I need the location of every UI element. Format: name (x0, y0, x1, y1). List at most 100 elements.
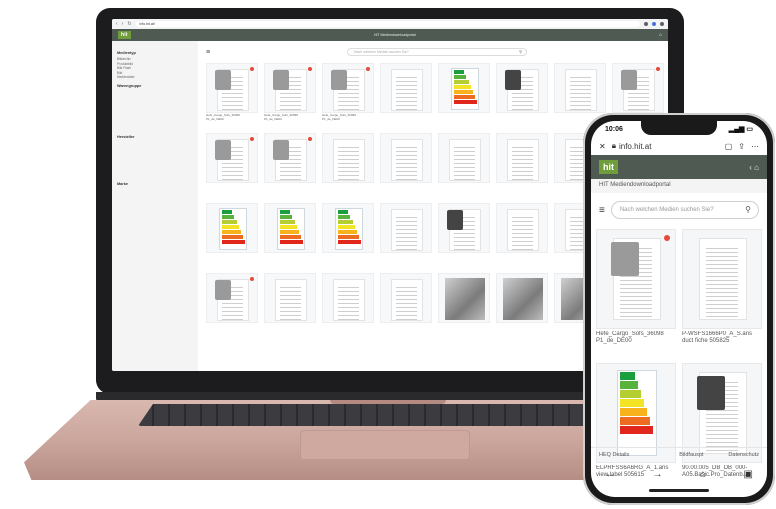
search-input[interactable]: Nach welchen Medien suchen Sie? ⚲ (347, 48, 528, 56)
more-icon[interactable]: ⋯ (751, 142, 759, 151)
media-thumbnail[interactable] (322, 133, 374, 183)
laptop-lip (330, 400, 446, 404)
bookmark-icon[interactable]: ▢ (725, 142, 733, 151)
media-thumbnail[interactable] (380, 273, 432, 323)
sidebar-filter-item[interactable] (117, 127, 193, 132)
media-thumbnail[interactable] (322, 63, 374, 113)
media-thumbnail[interactable] (264, 203, 316, 253)
media-thumbnail[interactable] (596, 229, 676, 329)
media-thumbnail[interactable] (682, 229, 762, 329)
media-card[interactable] (264, 203, 316, 263)
new-badge (366, 67, 370, 71)
search-icon[interactable]: ⚲ (519, 49, 522, 55)
forward-icon[interactable]: → (653, 469, 663, 480)
media-card[interactable] (496, 203, 548, 263)
media-card[interactable]: Hefe_Cargo_Sofs_36098 P1_de_DE00 (322, 63, 374, 123)
profile-icon[interactable] (652, 22, 656, 26)
media-thumbnail[interactable] (206, 273, 258, 323)
media-card[interactable] (380, 203, 432, 263)
media-card[interactable] (554, 63, 606, 123)
product-image (215, 280, 231, 300)
media-thumbnail[interactable] (264, 133, 316, 183)
media-thumbnail[interactable] (438, 273, 490, 323)
media-thumbnail[interactable] (438, 203, 490, 253)
media-card[interactable] (496, 273, 548, 333)
search-icon[interactable]: ⚲ (745, 202, 751, 218)
media-card[interactable]: P-WSFS1666P0_A_S.ans duct fiche 505825 (682, 229, 762, 353)
media-thumbnail[interactable] (206, 133, 258, 183)
cart-icon[interactable]: ⌂ (659, 32, 662, 38)
close-icon[interactable]: ✕ (599, 142, 606, 151)
media-card[interactable] (322, 133, 374, 193)
media-thumbnail[interactable] (380, 203, 432, 253)
cart-icon[interactable]: ‹ ⌂ (749, 163, 759, 172)
forward-icon[interactable]: › (122, 21, 124, 27)
brand-logo[interactable]: hit (599, 160, 618, 174)
mobile-tab[interactable]: Bildfauspt (679, 452, 703, 458)
media-thumbnail[interactable] (496, 63, 548, 113)
back-icon[interactable]: ‹ (116, 21, 118, 27)
media-thumbnail[interactable] (322, 203, 374, 253)
address-bar[interactable]: info.hit.at/ (135, 21, 640, 27)
media-thumbnail[interactable] (206, 203, 258, 253)
media-thumbnail[interactable] (438, 133, 490, 183)
media-thumbnail[interactable] (380, 63, 432, 113)
sidebar-filter-item[interactable]: Mediendatei (117, 75, 193, 80)
media-thumbnail[interactable] (554, 63, 606, 113)
brand-logo[interactable]: hit (118, 31, 131, 39)
share-icon[interactable]: ⇪ (738, 142, 745, 151)
media-card[interactable] (438, 273, 490, 333)
product-image (621, 70, 637, 90)
media-card[interactable] (380, 133, 432, 193)
media-card[interactable] (438, 133, 490, 193)
media-card[interactable] (380, 63, 432, 123)
media-card[interactable] (380, 273, 432, 333)
media-thumbnail[interactable] (206, 63, 258, 113)
media-card[interactable] (264, 273, 316, 333)
media-card[interactable] (496, 63, 548, 123)
media-thumbnail[interactable] (438, 63, 490, 113)
menu-icon[interactable]: ≡ (599, 205, 605, 216)
product-image (215, 70, 231, 90)
media-thumbnail[interactable] (380, 133, 432, 183)
product-image (273, 140, 289, 160)
browser-menu-icon[interactable] (660, 22, 664, 26)
media-card[interactable] (206, 273, 258, 333)
home-icon[interactable]: ⌂ (700, 469, 706, 480)
media-card[interactable] (438, 63, 490, 123)
media-thumbnail[interactable] (496, 203, 548, 253)
media-card[interactable]: Hefe_Cargo_Sofs_36098 P1_de_DE00 (264, 63, 316, 123)
photo-image (503, 278, 543, 320)
sidebar-filter-item[interactable] (117, 225, 193, 230)
media-thumbnail[interactable] (264, 63, 316, 113)
reload-icon[interactable]: ↻ (127, 21, 131, 27)
product-image (331, 70, 347, 90)
media-thumbnail[interactable] (496, 133, 548, 183)
search-input[interactable]: Nach welchen Medien suchen Sie? ⚲ (610, 201, 759, 219)
media-card[interactable] (438, 203, 490, 263)
mobile-tab[interactable]: Datenschutz (728, 452, 759, 458)
back-icon[interactable]: ← (605, 469, 615, 480)
document-page-image (449, 139, 481, 181)
search-placeholder: Nach welchen Medien suchen Sie? (619, 207, 714, 213)
mobile-url[interactable]: info.hit.at (619, 142, 651, 151)
media-thumbnail[interactable] (264, 273, 316, 323)
new-badge (250, 67, 254, 71)
media-card[interactable] (496, 133, 548, 193)
media-card[interactable]: Hefe_Cargo_Sofs_36098 P1_de_DE00 (596, 229, 676, 353)
menu-icon[interactable]: ≡ (206, 49, 210, 56)
media-card[interactable] (206, 203, 258, 263)
media-thumbnail[interactable] (612, 63, 664, 113)
tabs-icon[interactable]: ▣ (744, 469, 753, 480)
sidebar-filter-item[interactable] (117, 173, 193, 178)
extension-icon[interactable] (644, 22, 648, 26)
media-thumbnail[interactable] (322, 273, 374, 323)
media-card[interactable]: Hefe_Cargo_Sofs_36098 P1_de_DE00 (206, 63, 258, 123)
mobile-tab[interactable]: HEQ Details (599, 452, 629, 458)
media-card[interactable] (206, 133, 258, 193)
media-thumbnail[interactable] (496, 273, 548, 323)
media-card[interactable] (322, 273, 374, 333)
energy-label-image (335, 208, 363, 250)
media-card[interactable] (322, 203, 374, 263)
media-card[interactable] (264, 133, 316, 193)
